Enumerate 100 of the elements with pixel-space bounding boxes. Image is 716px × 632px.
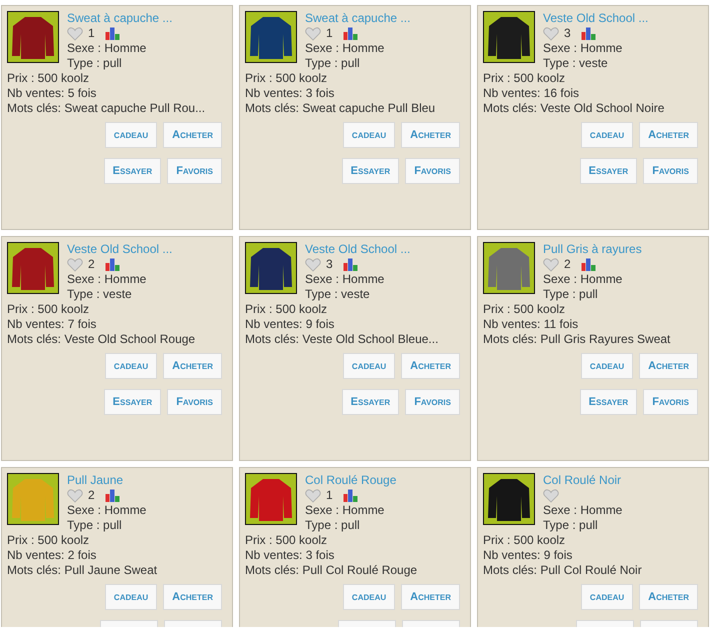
action-button[interactable]: Acheter <box>163 353 222 379</box>
sales-text: Nb ventes: 3 fois <box>245 548 336 563</box>
gender-text: Sexe : Homme <box>543 41 624 56</box>
action-button[interactable]: Acheter <box>639 122 698 148</box>
type-text: Type : pull <box>67 56 123 71</box>
action-button[interactable] <box>338 620 396 627</box>
action-button[interactable]: Favoris <box>405 389 460 415</box>
heart-icon[interactable] <box>305 26 321 40</box>
item-title[interactable]: Veste Old School ... <box>67 242 172 257</box>
action-button[interactable]: Favoris <box>643 158 698 184</box>
action-button[interactable]: cadeau <box>342 584 396 610</box>
type-text: Type : pull <box>305 56 361 71</box>
bar-chart-icon[interactable] <box>104 27 120 40</box>
action-button[interactable]: cadeau <box>580 353 634 379</box>
action-button[interactable]: Acheter <box>401 353 460 379</box>
item-title[interactable]: Col Roulé Noir <box>543 473 622 488</box>
sales-text: Nb ventes: 5 fois <box>7 86 98 101</box>
action-button[interactable]: Acheter <box>163 584 222 610</box>
price-text: Prix : 500 koolz <box>245 302 328 317</box>
action-button[interactable] <box>640 620 698 627</box>
action-button[interactable] <box>100 620 158 627</box>
price-text: Prix : 500 koolz <box>245 71 328 86</box>
bar-chart-icon[interactable] <box>104 258 120 271</box>
heart-icon[interactable] <box>305 258 321 272</box>
like-count: 1 <box>326 488 333 503</box>
bar-chart-icon[interactable] <box>580 258 596 271</box>
heart-icon[interactable] <box>67 258 83 272</box>
item-title[interactable]: Veste Old School ... <box>543 11 648 26</box>
gender-text: Sexe : Homme <box>305 503 386 518</box>
like-count: 2 <box>88 488 95 503</box>
action-button[interactable]: cadeau <box>104 353 158 379</box>
heart-icon[interactable] <box>543 258 559 272</box>
like-count: 2 <box>88 257 95 272</box>
heart-icon[interactable] <box>67 488 83 502</box>
action-button[interactable]: Favoris <box>167 158 222 184</box>
action-button[interactable]: Essayer <box>580 389 638 415</box>
type-text: Type : pull <box>543 518 599 533</box>
keywords-text: Mots clés: Sweat capuche Pull Rou... <box>7 101 206 116</box>
gender-text: Sexe : Homme <box>67 41 148 56</box>
heart-icon[interactable] <box>543 26 559 40</box>
gender-text: Sexe : Homme <box>67 503 146 518</box>
item-title[interactable]: Pull Jaune <box>67 473 146 488</box>
like-count: 2 <box>564 257 571 272</box>
gender-text: Sexe : Homme <box>305 272 386 287</box>
price-text: Prix : 500 koolz <box>245 533 328 548</box>
action-button[interactable]: Essayer <box>342 389 400 415</box>
action-button[interactable]: Acheter <box>639 584 698 610</box>
item-title[interactable]: Col Roulé Rouge <box>305 473 396 488</box>
gender-text: Sexe : Homme <box>543 272 624 287</box>
action-button[interactable]: Acheter <box>639 353 698 379</box>
action-button[interactable]: cadeau <box>580 122 634 148</box>
type-text: Type : veste <box>543 56 609 71</box>
keywords-text: Mots clés: Pull Jaune Sweat <box>7 563 158 578</box>
price-text: Prix : 500 koolz <box>7 533 90 548</box>
price-text: Prix : 500 koolz <box>483 71 566 86</box>
gender-text: Sexe : Homme <box>543 503 622 518</box>
action-button[interactable]: cadeau <box>342 122 396 148</box>
action-button[interactable] <box>576 620 634 627</box>
like-count: 1 <box>88 26 95 41</box>
price-text: Prix : 500 koolz <box>483 302 566 317</box>
sales-text: Nb ventes: 11 fois <box>483 317 580 332</box>
action-button[interactable]: Essayer <box>580 158 638 184</box>
item-title[interactable]: Pull Gris à rayures <box>543 242 642 257</box>
item-title[interactable]: Sweat à capuche ... <box>67 11 172 26</box>
like-count: 1 <box>326 26 333 41</box>
bar-chart-icon[interactable] <box>342 489 358 502</box>
type-text: Type : pull <box>67 518 123 533</box>
heart-icon[interactable] <box>67 26 83 40</box>
action-button[interactable]: Acheter <box>401 122 460 148</box>
action-button[interactable]: Essayer <box>104 158 162 184</box>
action-button[interactable] <box>402 620 460 627</box>
item-title[interactable]: Veste Old School ... <box>305 242 410 257</box>
sales-text: Nb ventes: 9 fois <box>483 548 574 563</box>
price-text: Prix : 500 koolz <box>7 302 90 317</box>
action-button[interactable]: Essayer <box>104 389 162 415</box>
sales-text: Nb ventes: 9 fois <box>245 317 336 332</box>
action-button[interactable]: Favoris <box>167 389 222 415</box>
action-button[interactable] <box>164 620 222 627</box>
keywords-text: Mots clés: Veste Old School Rouge <box>7 332 196 347</box>
bar-chart-icon[interactable] <box>342 27 358 40</box>
action-button[interactable]: Favoris <box>405 158 460 184</box>
heart-icon[interactable] <box>543 488 559 502</box>
action-button[interactable]: Acheter <box>163 122 222 148</box>
keywords-text: Mots clés: Pull Col Roulé Rouge <box>245 563 418 578</box>
bar-chart-icon[interactable] <box>104 489 120 502</box>
action-button[interactable]: cadeau <box>342 353 396 379</box>
bar-chart-icon[interactable] <box>580 27 596 40</box>
action-button[interactable]: Essayer <box>342 158 400 184</box>
like-count: 3 <box>326 257 333 272</box>
action-button[interactable]: Favoris <box>643 389 698 415</box>
action-button[interactable]: cadeau <box>580 584 634 610</box>
keywords-text: Mots clés: Sweat capuche Pull Bleu <box>245 101 436 116</box>
item-title[interactable]: Sweat à capuche ... <box>305 11 410 26</box>
keywords-text: Mots clés: Veste Old School Bleue... <box>245 332 440 347</box>
action-button[interactable]: cadeau <box>104 584 158 610</box>
type-text: Type : pull <box>305 518 361 533</box>
action-button[interactable]: Acheter <box>401 584 460 610</box>
heart-icon[interactable] <box>305 488 321 502</box>
action-button[interactable]: cadeau <box>104 122 158 148</box>
bar-chart-icon[interactable] <box>342 258 358 271</box>
